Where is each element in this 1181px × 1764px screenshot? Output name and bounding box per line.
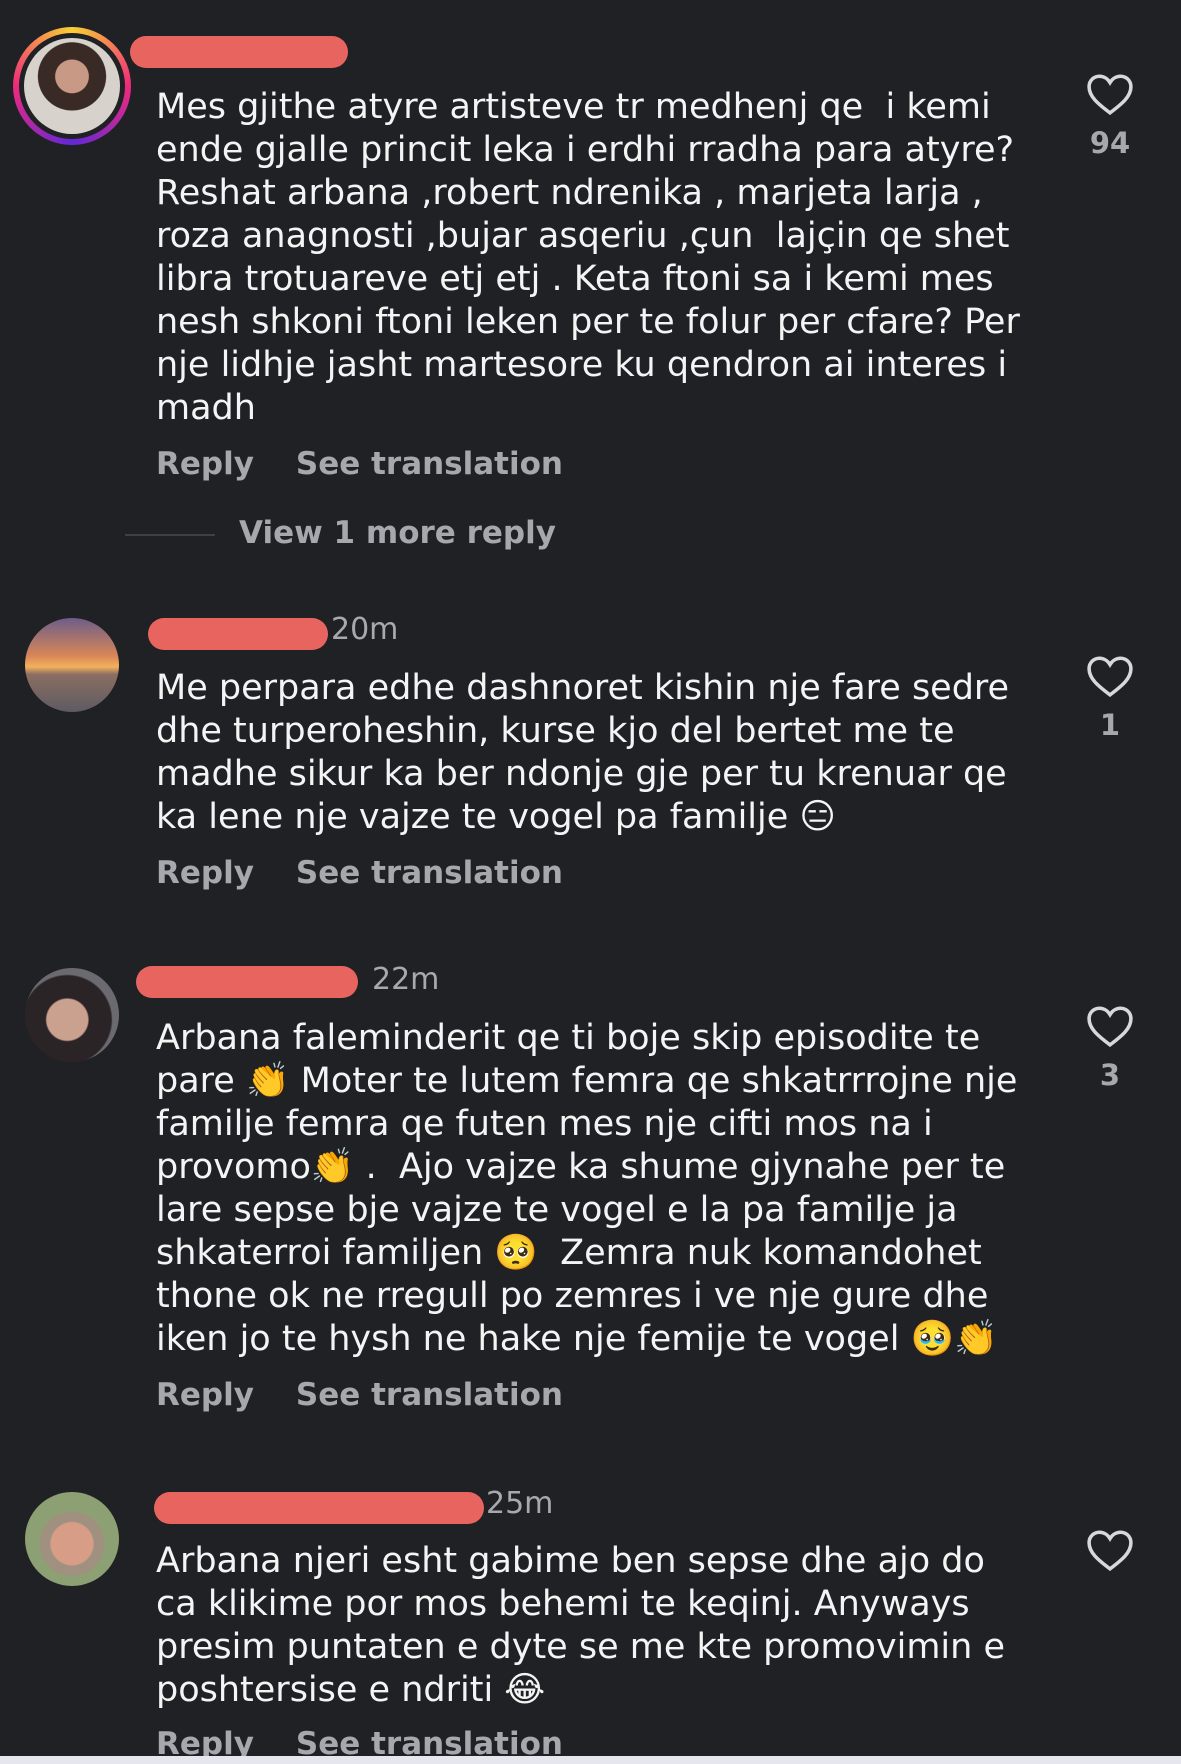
comment-text: Me perpara edhe dashnoret kishin nje far… bbox=[156, 668, 1021, 837]
timestamp: 20m bbox=[331, 612, 399, 647]
redacted-username bbox=[154, 1492, 484, 1524]
redacted-username bbox=[136, 966, 358, 998]
like-count: 94 bbox=[1089, 126, 1131, 160]
see-translation-button[interactable]: See translation bbox=[296, 1377, 563, 1413]
heart-outline-icon[interactable] bbox=[1084, 1526, 1136, 1572]
avatar[interactable] bbox=[25, 1492, 119, 1586]
see-translation-button[interactable]: See translation bbox=[296, 855, 563, 891]
comment-text: Mes gjithe atyre artisteve tr medhenj qe… bbox=[156, 87, 1031, 428]
view-more-label: View 1 more reply bbox=[239, 515, 556, 551]
comment-item: Mes gjithe atyre artisteve tr medhenj qe… bbox=[0, 0, 1181, 551]
redacted-username bbox=[130, 36, 348, 68]
view-more-replies[interactable]: View 1 more reply bbox=[125, 515, 556, 551]
heart-outline-icon[interactable] bbox=[1084, 70, 1136, 116]
avatar[interactable] bbox=[25, 968, 119, 1062]
like-control: 1 bbox=[1084, 652, 1136, 742]
reply-button[interactable]: Reply bbox=[156, 1377, 254, 1413]
like-count: 3 bbox=[1099, 1058, 1121, 1092]
avatar[interactable] bbox=[13, 27, 131, 145]
see-translation-button[interactable]: See translation bbox=[296, 446, 563, 482]
like-control: 3 bbox=[1084, 1002, 1136, 1092]
comment-actions: Reply See translation bbox=[156, 446, 563, 482]
reply-button[interactable]: Reply bbox=[156, 446, 254, 482]
heart-outline-icon[interactable] bbox=[1084, 1002, 1136, 1048]
like-control bbox=[1084, 1526, 1136, 1582]
redacted-username bbox=[148, 618, 328, 650]
divider bbox=[125, 533, 215, 536]
like-count: 1 bbox=[1099, 708, 1121, 742]
like-control: 94 bbox=[1084, 70, 1136, 160]
bottom-bar bbox=[0, 1756, 1181, 1764]
timestamp: 22m bbox=[372, 962, 440, 997]
comment-actions: Reply See translation bbox=[156, 855, 563, 891]
avatar[interactable] bbox=[25, 618, 119, 712]
comment-text: Arbana faleminderit qe ti boje skip epis… bbox=[156, 1018, 1029, 1359]
comment-actions: Reply See translation bbox=[156, 1377, 563, 1413]
comment-text: Arbana njeri esht gabime ben sepse dhe a… bbox=[156, 1541, 1017, 1710]
timestamp: 25m bbox=[486, 1486, 554, 1521]
heart-outline-icon[interactable] bbox=[1084, 652, 1136, 698]
reply-button[interactable]: Reply bbox=[156, 855, 254, 891]
